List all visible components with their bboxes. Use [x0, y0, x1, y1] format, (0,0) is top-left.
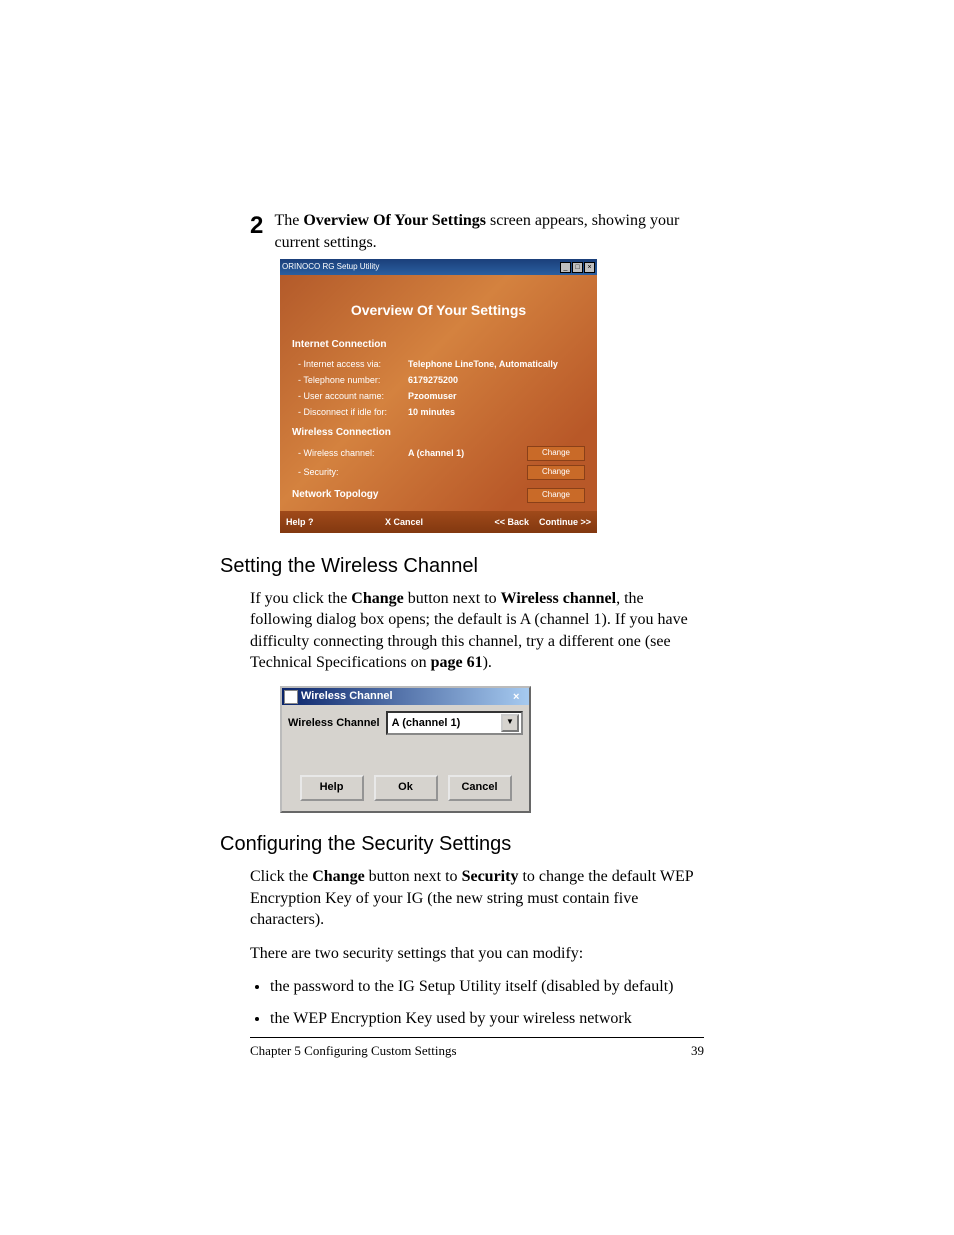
page-footer: Chapter 5 Configuring Custom Settings 39: [250, 1042, 704, 1060]
field-security: - Security: Change: [292, 463, 585, 482]
dialog-cancel-button[interactable]: Cancel: [448, 775, 512, 801]
maximize-icon[interactable]: □: [572, 262, 583, 273]
change-topology-button[interactable]: Change: [527, 488, 585, 503]
dialog-titlebar: Wireless Channel ×: [282, 688, 529, 705]
document-icon: [284, 690, 298, 704]
para-security-intro: There are two security settings that you…: [250, 943, 704, 965]
section-wireless-heading: Wireless Connection: [292, 426, 585, 440]
field-internet-access: - Internet access via: Telephone LineTon…: [292, 356, 585, 372]
footer-rule: [250, 1037, 704, 1038]
change-wireless-button[interactable]: Change: [527, 446, 585, 461]
security-bullet-list: the password to the IG Setup Utility its…: [250, 976, 704, 1029]
wireless-channel-select[interactable]: A (channel 1) ▼: [386, 711, 523, 735]
help-button[interactable]: Help ?: [286, 516, 314, 528]
list-item: the password to the IG Setup Utility its…: [270, 976, 704, 998]
back-button[interactable]: << Back: [494, 516, 529, 528]
field-wireless-channel: - Wireless channel: A (channel 1) Change: [292, 444, 585, 463]
dialog-title: Wireless Channel: [301, 689, 393, 704]
continue-button[interactable]: Continue >>: [539, 516, 591, 528]
dialog-field-label: Wireless Channel: [288, 716, 380, 731]
step-number: 2: [250, 210, 268, 242]
step-body: The Overview Of Your Settings screen app…: [268, 210, 704, 253]
field-telephone: - Telephone number: 6179275200: [292, 372, 585, 388]
para-wireless: If you click the Change button next to W…: [250, 588, 704, 674]
footer-page-number: 39: [691, 1042, 704, 1060]
section-internet-heading: Internet Connection: [292, 338, 585, 352]
window-titlebar: ORINOCO RG Setup Utility _ □ ×: [280, 259, 597, 275]
window-title: ORINOCO RG Setup Utility: [282, 262, 379, 273]
para-security-1: Click the Change button next to Security…: [250, 866, 704, 931]
wizard-footer: Help ? X Cancel << Back Continue >>: [280, 511, 597, 533]
step-2: 2 The Overview Of Your Settings screen a…: [250, 210, 704, 253]
field-username: - User account name: Pzoomuser: [292, 388, 585, 404]
section-topology-heading: Network Topology Change: [292, 488, 585, 503]
chevron-down-icon[interactable]: ▼: [501, 714, 519, 732]
dialog-help-button[interactable]: Help: [300, 775, 364, 801]
change-security-button[interactable]: Change: [527, 465, 585, 480]
cancel-wizard-button[interactable]: X Cancel: [314, 516, 495, 528]
heading-security-settings: Configuring the Security Settings: [220, 831, 704, 858]
dialog-ok-button[interactable]: Ok: [374, 775, 438, 801]
screenshot-overview-settings: ORINOCO RG Setup Utility _ □ × Overview …: [280, 259, 597, 532]
field-disconnect-idle: - Disconnect if idle for: 10 minutes: [292, 404, 585, 420]
close-icon[interactable]: ×: [513, 690, 527, 703]
screenshot-wireless-dialog: Wireless Channel × Wireless Channel A (c…: [280, 686, 531, 813]
footer-chapter: Chapter 5 Configuring Custom Settings: [250, 1042, 457, 1060]
minimize-icon[interactable]: _: [560, 262, 571, 273]
screen-title: Overview Of Your Settings: [292, 283, 585, 332]
list-item: the WEP Encryption Key used by your wire…: [270, 1008, 704, 1030]
close-icon[interactable]: ×: [584, 262, 595, 273]
heading-wireless-channel: Setting the Wireless Channel: [220, 553, 704, 580]
